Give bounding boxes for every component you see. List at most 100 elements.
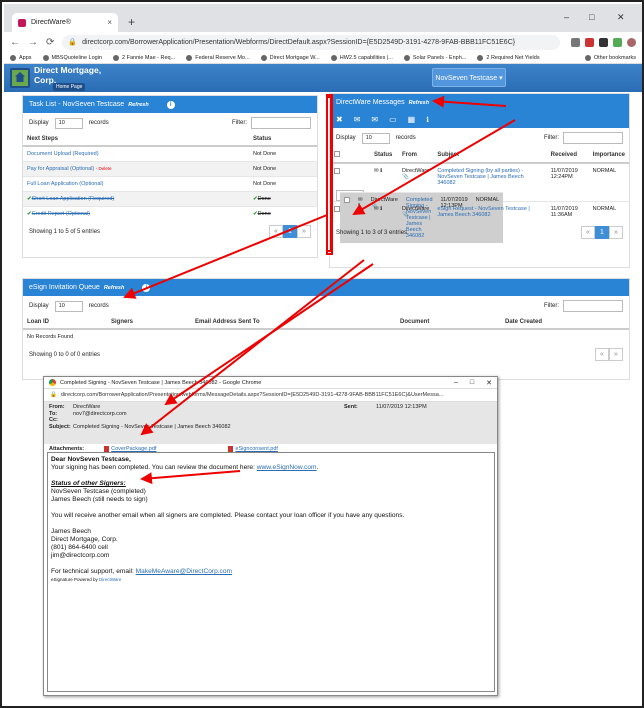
minimize-button[interactable]: – xyxy=(564,12,569,22)
bookmark-label[interactable]: Other bookmarks xyxy=(594,55,636,61)
row-checkbox[interactable] xyxy=(344,197,350,203)
filter-input[interactable] xyxy=(563,132,623,144)
filter-input[interactable] xyxy=(251,117,311,129)
column-header[interactable]: Next Steps xyxy=(23,133,249,147)
back-icon[interactable]: ← xyxy=(10,37,20,48)
forward-icon[interactable]: → xyxy=(28,37,38,48)
info-icon[interactable]: i xyxy=(142,283,151,292)
page-size-select[interactable]: 10 xyxy=(54,300,83,312)
info-icon[interactable]: i xyxy=(166,100,175,109)
bookmark-label[interactable]: Solar Panels - Enph... xyxy=(413,55,467,61)
extension-icon[interactable] xyxy=(599,37,608,47)
column-header[interactable]: Status xyxy=(249,133,317,147)
mark-read-icon[interactable]: ✉ xyxy=(371,115,378,124)
esignnow-link[interactable]: www.eSignNow.com xyxy=(257,464,317,471)
task-link-text[interactable]: Short Loan Application (Required) xyxy=(32,196,115,202)
prev-page-button[interactable]: « xyxy=(269,225,283,238)
task-link[interactable]: Document Upload (Required) xyxy=(23,145,249,162)
bookmark-label[interactable]: Apps xyxy=(19,55,32,61)
bookmark-item[interactable]: 2 Required Net Yields xyxy=(477,54,540,61)
pdf-extension-icon[interactable] xyxy=(585,37,594,47)
column-header[interactable]: Loan ID xyxy=(23,316,107,330)
bookmark-item[interactable]: Other bookmarks xyxy=(584,54,636,61)
bookmark-item[interactable]: MBSQuoteline Login xyxy=(42,54,102,61)
next-page-button[interactable]: » xyxy=(609,226,623,239)
task-link-text[interactable]: Pay for Appraisal (Optional) xyxy=(27,166,94,172)
table-row[interactable]: ✉ ℹ DirectWare 📎 Completed Signing (by all … xyxy=(330,162,629,190)
esign-queue-panel: eSign Invitation Queue Refresh i Display… xyxy=(22,278,630,380)
maximize-button[interactable]: □ xyxy=(470,379,474,387)
bookmark-label[interactable]: 2 Required Net Yields xyxy=(486,55,539,61)
column-header[interactable]: Importance xyxy=(588,148,629,164)
bookmark-item[interactable]: Apps xyxy=(10,54,32,61)
inbox-icon[interactable]: ▭ xyxy=(389,115,397,124)
task-link[interactable]: Pay for Appraisal (Optional) - Delete xyxy=(23,161,249,177)
delete-icon[interactable]: ✖ xyxy=(336,115,343,124)
column-header[interactable]: Document xyxy=(396,316,501,330)
info-icon[interactable]: ℹ xyxy=(426,116,429,124)
support-email-link[interactable]: MakeMeAware@DirectCorp.com xyxy=(136,568,232,575)
task-link[interactable]: ✔Credit Report (Optional) xyxy=(23,206,249,221)
task-link[interactable]: Full Loan Application (Optional) xyxy=(23,176,249,192)
new-tab-button[interactable]: + xyxy=(128,15,135,29)
prev-page-button[interactable]: « xyxy=(595,348,609,361)
select-all-header[interactable] xyxy=(330,148,370,164)
next-page-button[interactable]: » xyxy=(297,225,311,238)
column-header[interactable]: Subject xyxy=(433,148,547,164)
bookmark-item[interactable]: 2 Fannie Mae - Req... xyxy=(113,54,175,61)
popup-url-bar[interactable]: 🔒 directcorp.com/BorrowerApplication/Pre… xyxy=(44,389,497,402)
page-button[interactable]: 1 xyxy=(283,225,297,238)
extension-icon[interactable] xyxy=(613,37,622,47)
popup-title: Completed Signing - NovSeven Testcase | … xyxy=(60,379,262,386)
delete-link[interactable]: - Delete xyxy=(96,166,112,171)
signature-line: Direct Mortgage, Corp. xyxy=(51,536,118,543)
tab-close-icon[interactable]: × xyxy=(107,18,112,27)
bookmark-item[interactable]: HW2.5 capabilities |... xyxy=(330,54,393,61)
column-header[interactable]: Status xyxy=(370,148,398,164)
url-field[interactable]: 🔒 directcorp.com/BorrowerApplication/Pre… xyxy=(62,34,560,50)
bookmark-label[interactable]: HW2.5 capabilities |... xyxy=(340,55,393,61)
column-header[interactable]: Date Created xyxy=(501,316,629,330)
support-line: For technical support, email: MakeMeAwar… xyxy=(51,568,491,576)
archive-icon[interactable]: ▦ xyxy=(408,115,416,124)
bookmark-item[interactable]: Federal Reserve Mo... xyxy=(186,54,250,61)
envelope-icon[interactable]: ✉ xyxy=(354,115,361,124)
task-link[interactable]: ✔Short Loan Application (Required) xyxy=(23,191,249,207)
browser-tab[interactable]: DirectWare® × xyxy=(12,13,118,32)
next-page-button[interactable]: » xyxy=(609,348,623,361)
signature-line: (801) 864-6400 cell xyxy=(51,544,108,551)
row-checkbox[interactable] xyxy=(334,168,340,174)
bookmark-label[interactable]: Federal Reserve Mo... xyxy=(195,55,249,61)
page-size-select[interactable]: 10 xyxy=(361,132,390,144)
column-header[interactable]: Received xyxy=(546,148,589,164)
minimize-button[interactable]: – xyxy=(454,379,458,387)
column-header[interactable]: Signers xyxy=(107,316,191,330)
page-size-select[interactable]: 10 xyxy=(54,117,83,129)
refresh-link[interactable]: Refresh xyxy=(128,102,148,108)
bookmark-label[interactable]: Direct Mortgage W... xyxy=(270,55,320,61)
refresh-link[interactable]: Refresh xyxy=(104,285,124,291)
user-menu-button[interactable]: NovSeven Testcase ▾ xyxy=(432,68,506,87)
task-link-text[interactable]: Credit Report (Optional) xyxy=(32,211,90,217)
bookmark-label[interactable]: MBSQuoteline Login xyxy=(52,55,102,61)
column-header[interactable]: Email Address Sent To xyxy=(191,316,396,330)
maximize-button[interactable]: □ xyxy=(589,12,594,22)
filter-input[interactable] xyxy=(563,300,623,312)
home-page-button[interactable]: Home Page xyxy=(53,83,86,91)
bookmark-item[interactable]: Solar Panels - Enph... xyxy=(403,54,467,61)
message-subject[interactable]: Completed Signing (by all parties) - Nov… xyxy=(433,162,547,190)
bookmark-item[interactable]: Direct Mortgage W... xyxy=(260,54,320,61)
reload-icon[interactable]: ⟳ xyxy=(46,37,54,48)
table-row[interactable]: ✉ ℹ DirectWare 📎 Completed Signing - NovSev… xyxy=(336,190,504,243)
row-checkbox[interactable] xyxy=(334,206,340,212)
star-icon[interactable] xyxy=(571,37,580,47)
select-all-checkbox[interactable] xyxy=(334,151,340,157)
prev-page-button[interactable]: « xyxy=(581,226,595,239)
close-window-button[interactable]: ✕ xyxy=(486,379,492,387)
close-window-button[interactable]: ✕ xyxy=(617,12,625,23)
page-button[interactable]: 1 xyxy=(595,226,609,239)
profile-avatar[interactable] xyxy=(627,37,636,47)
bookmark-label[interactable]: 2 Fannie Mae - Req... xyxy=(122,55,175,61)
column-header[interactable]: From xyxy=(398,148,434,164)
refresh-link[interactable]: Refresh xyxy=(409,100,429,106)
